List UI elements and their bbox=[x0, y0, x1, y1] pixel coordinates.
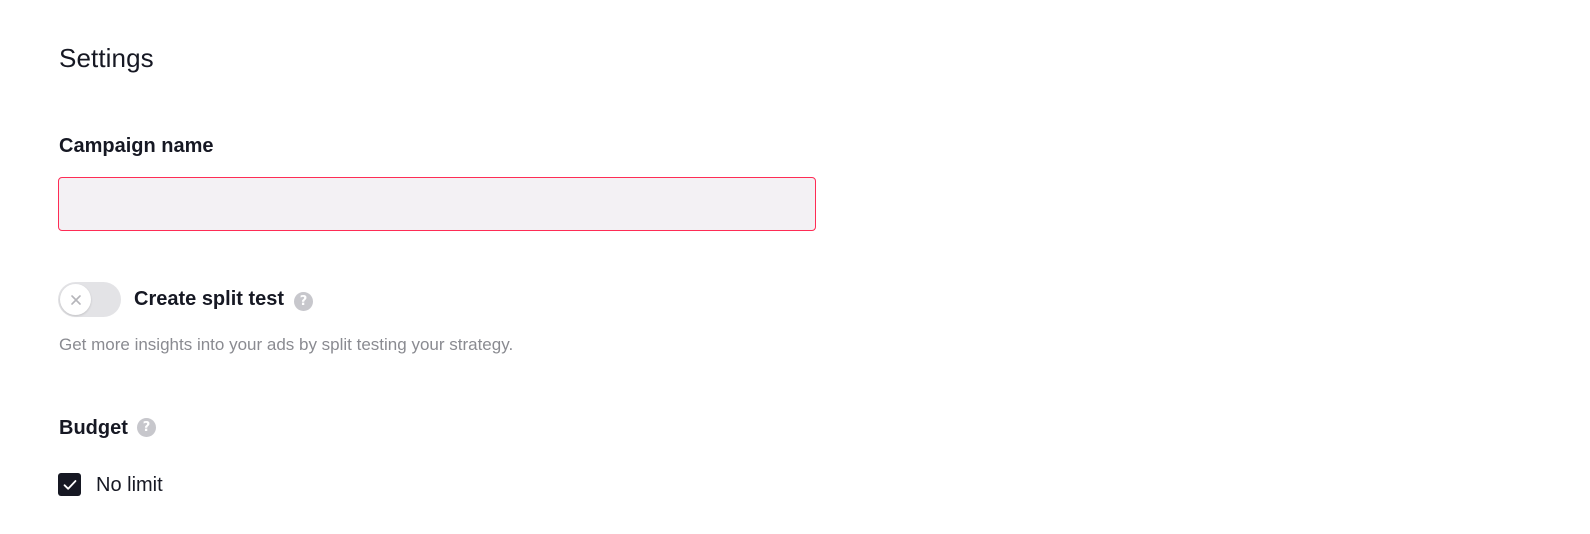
split-test-label: Create split test bbox=[134, 288, 285, 310]
campaign-name-label: Campaign name bbox=[59, 135, 214, 157]
question-mark-icon[interactable]: ? bbox=[294, 292, 313, 311]
settings-title: Settings bbox=[59, 43, 154, 73]
question-mark-icon[interactable]: ? bbox=[137, 418, 156, 437]
budget-label: Budget bbox=[59, 417, 128, 439]
settings-panel: Settings Campaign name Create split test… bbox=[0, 0, 1590, 534]
no-limit-label[interactable]: No limit bbox=[96, 471, 163, 499]
toggle-knob bbox=[60, 284, 91, 315]
close-icon bbox=[70, 294, 81, 305]
split-test-description: Get more insights into your ads by split… bbox=[59, 335, 514, 354]
campaign-name-input[interactable] bbox=[58, 177, 816, 231]
no-limit-checkbox[interactable] bbox=[58, 473, 81, 496]
split-test-toggle[interactable] bbox=[58, 282, 121, 317]
check-icon bbox=[63, 479, 76, 490]
